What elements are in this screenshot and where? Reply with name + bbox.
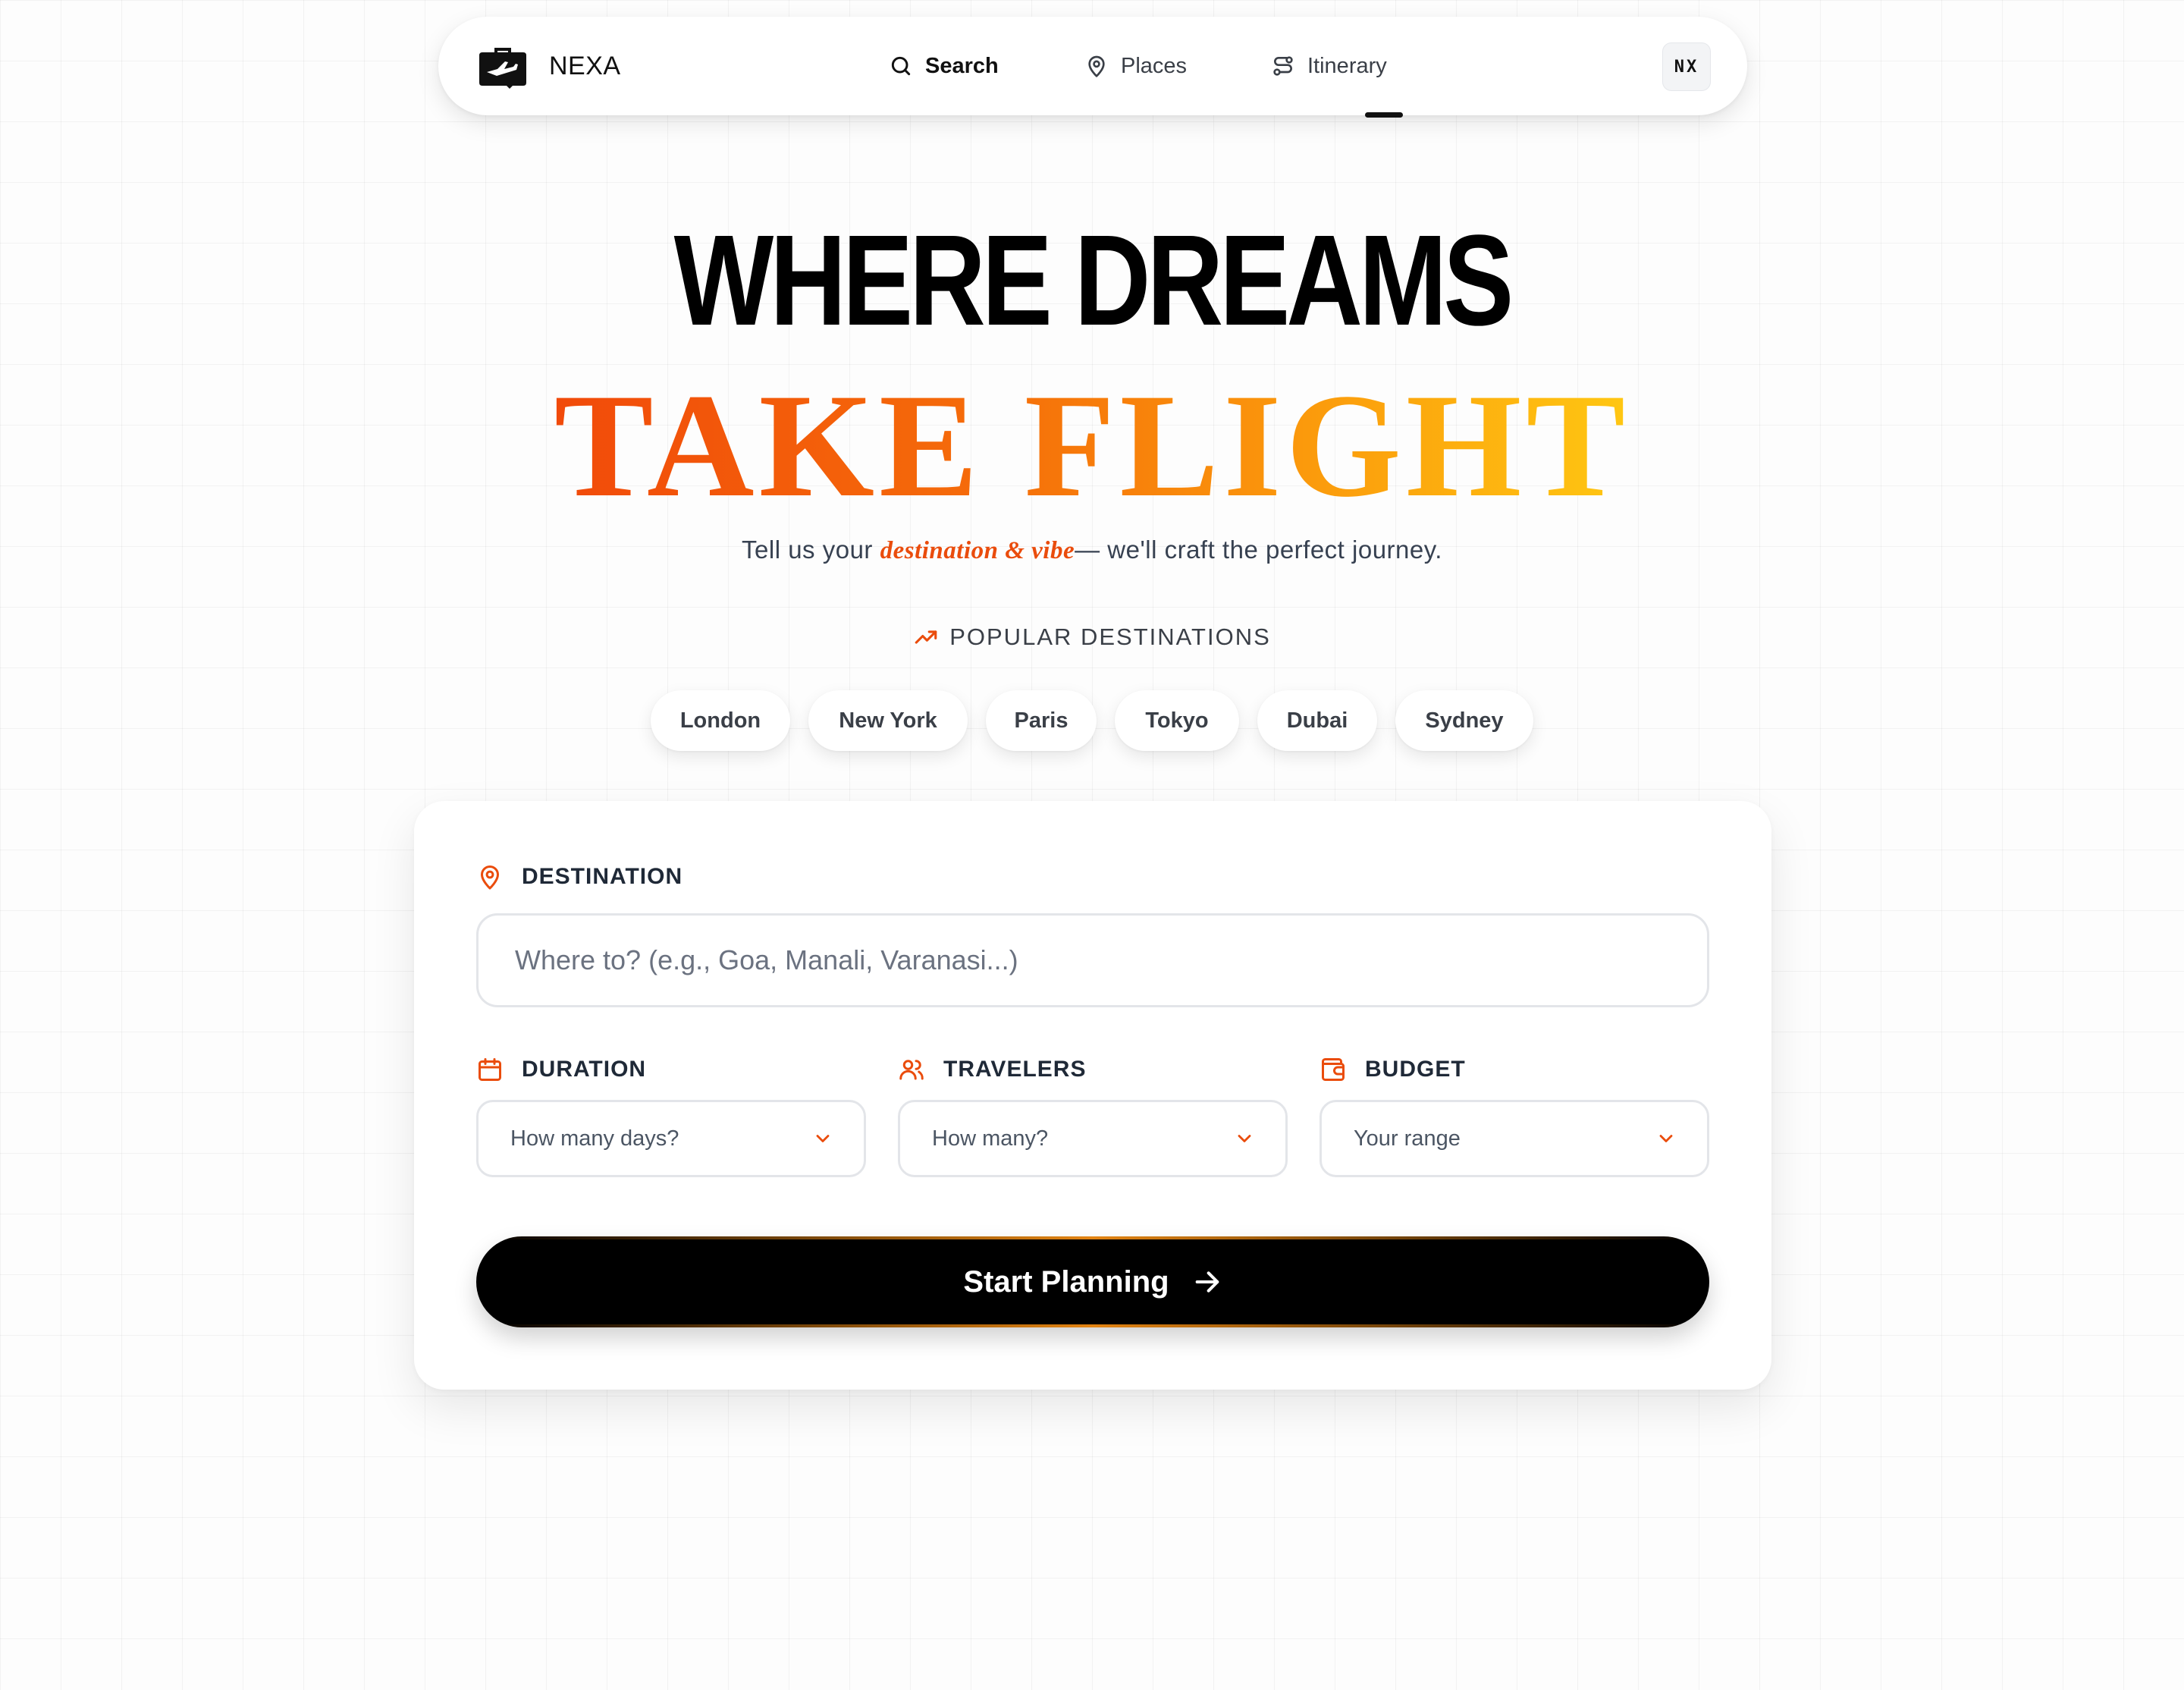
search-icon bbox=[891, 56, 911, 76]
destination-input[interactable] bbox=[476, 913, 1709, 1007]
destination-label-text: DESTINATION bbox=[522, 864, 683, 889]
popular-heading-label: POPULAR DESTINATIONS bbox=[949, 624, 1271, 650]
tagline-before: Tell us your bbox=[742, 536, 880, 564]
travelers-label-text: TRAVELERS bbox=[943, 1057, 1087, 1082]
map-pin-icon bbox=[1088, 55, 1105, 77]
nav-search-label: Search bbox=[925, 53, 999, 78]
tagline-highlight: destination & vibe bbox=[880, 537, 1075, 564]
brand-logo[interactable]: NEXA bbox=[476, 17, 621, 115]
budget-label-text: BUDGET bbox=[1365, 1057, 1466, 1082]
trip-planner-card: DESTINATION DURATION How many days? TRAV… bbox=[414, 801, 1771, 1390]
hero-title-line1: WHERE DREAMS bbox=[673, 209, 1514, 353]
start-planning-button[interactable]: Start Planning bbox=[476, 1236, 1709, 1327]
destination-label: DESTINATION bbox=[476, 863, 682, 891]
briefcase-plane-icon bbox=[479, 48, 526, 89]
nav-search[interactable]: Search bbox=[889, 17, 999, 115]
user-avatar[interactable]: NX bbox=[1662, 42, 1711, 91]
brand-name: NEXA bbox=[549, 51, 621, 80]
budget-select[interactable]: Your range bbox=[1320, 1100, 1709, 1177]
chip-dubai[interactable]: Dubai bbox=[1257, 690, 1377, 751]
start-planning-label: Start Planning bbox=[963, 1264, 1169, 1299]
trending-up-icon bbox=[915, 630, 937, 644]
wallet-icon bbox=[1322, 1058, 1345, 1081]
chip-london[interactable]: London bbox=[651, 690, 790, 751]
hero-title-line2-text: TAKE FLIGHT bbox=[554, 363, 1630, 528]
duration-select[interactable]: How many days? bbox=[476, 1100, 866, 1177]
hero-title-line2: TAKE FLIGHT bbox=[0, 363, 2184, 529]
popular-destinations-heading: POPULAR DESTINATIONS bbox=[0, 624, 2184, 651]
map-pin-icon bbox=[481, 865, 499, 890]
top-navbar: NEXA Search Places Itinerary NX bbox=[438, 17, 1747, 118]
tagline-after: — we'll craft the perfect journey. bbox=[1075, 536, 1442, 564]
duration-select-value: How many days? bbox=[510, 1126, 679, 1151]
calendar-icon bbox=[479, 1058, 501, 1081]
chevron-down-icon bbox=[816, 1135, 830, 1142]
nav-places-label: Places bbox=[1121, 53, 1188, 78]
users-icon bbox=[899, 1060, 924, 1080]
budget-label: BUDGET bbox=[1320, 1056, 1466, 1083]
hero-tagline: Tell us your destination & vibe— we'll c… bbox=[0, 536, 2184, 565]
chip-sydney[interactable]: Sydney bbox=[1395, 690, 1533, 751]
chevron-down-icon bbox=[1659, 1135, 1673, 1142]
budget-select-value: Your range bbox=[1354, 1126, 1461, 1151]
route-icon bbox=[1273, 56, 1293, 76]
nav-itinerary[interactable]: Itinerary bbox=[1271, 17, 1387, 115]
travelers-select[interactable]: How many? bbox=[898, 1100, 1288, 1177]
chip-paris[interactable]: Paris bbox=[986, 690, 1097, 751]
chip-tokyo[interactable]: Tokyo bbox=[1115, 690, 1239, 751]
duration-label: DURATION bbox=[476, 1056, 646, 1083]
nav-itinerary-label: Itinerary bbox=[1307, 53, 1387, 78]
arrow-right-icon bbox=[1195, 1271, 1219, 1293]
travelers-label: TRAVELERS bbox=[898, 1056, 1086, 1083]
chevron-down-icon bbox=[1238, 1135, 1251, 1142]
duration-label-text: DURATION bbox=[522, 1057, 647, 1082]
chip-new-york[interactable]: New York bbox=[808, 690, 968, 751]
travelers-select-value: How many? bbox=[932, 1126, 1049, 1151]
destination-chips: London New York Paris Tokyo Dubai Sydney bbox=[0, 690, 2184, 751]
nav-places[interactable]: Places bbox=[1084, 17, 1187, 115]
